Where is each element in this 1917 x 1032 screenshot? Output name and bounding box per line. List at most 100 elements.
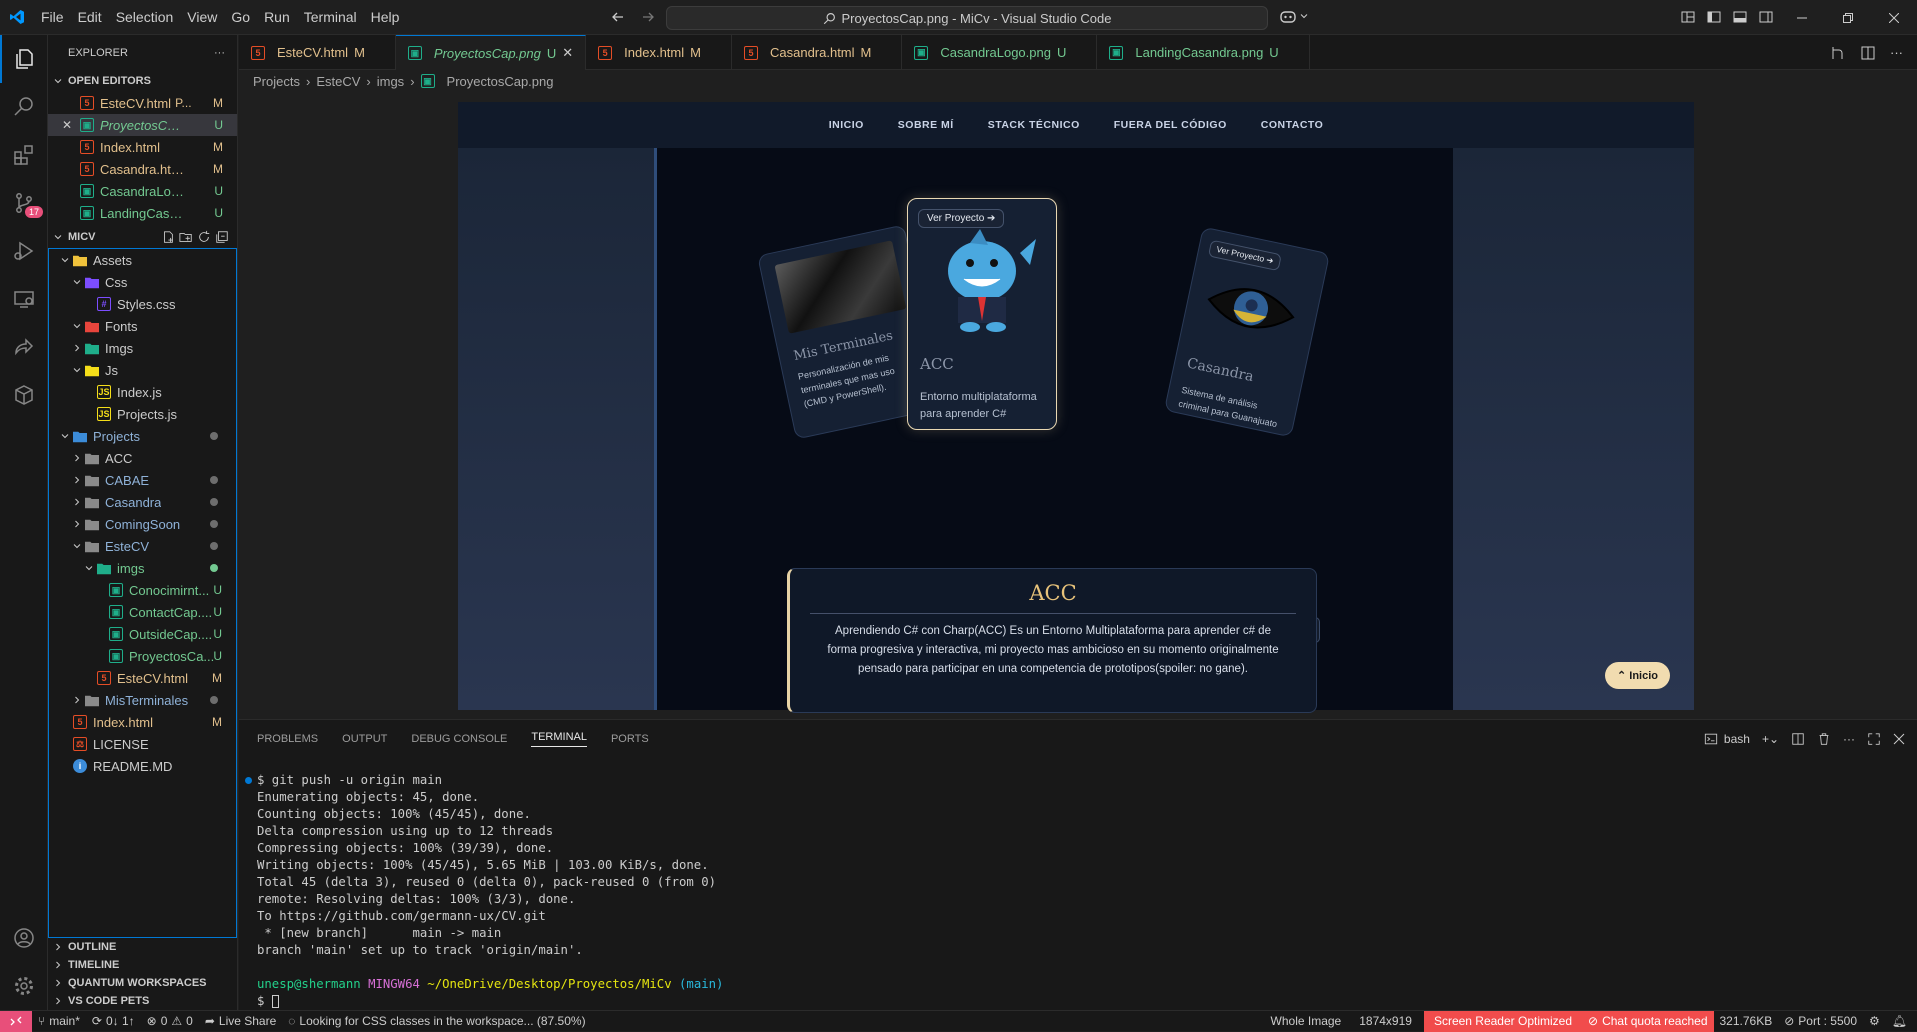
more-actions-icon[interactable]: ··· xyxy=(214,47,225,59)
open-editors-header[interactable]: OPEN EDITORS xyxy=(48,70,237,92)
folder-item[interactable]: Casandra xyxy=(49,491,236,513)
trash-icon[interactable] xyxy=(1817,732,1831,746)
site-nav-item[interactable]: SOBRE MÍ xyxy=(898,119,954,131)
editor-tab[interactable]: ▣ ProyectosCap.png U ✕ xyxy=(395,35,587,70)
menu-run[interactable]: Run xyxy=(257,0,297,35)
section-timeline[interactable]: TIMELINE xyxy=(48,956,238,974)
folder-item[interactable]: imgs xyxy=(49,557,236,579)
back-arrow-icon[interactable] xyxy=(610,9,626,25)
new-terminal-icon[interactable]: +⌄ xyxy=(1762,732,1779,746)
more-actions-icon[interactable]: ··· xyxy=(1890,45,1903,61)
breadcrumb-item[interactable]: imgs xyxy=(377,74,404,89)
file-item[interactable]: JS Projects.js xyxy=(49,403,236,425)
folder-item[interactable]: Js xyxy=(49,359,236,381)
workspace-header[interactable]: MICV xyxy=(48,226,237,248)
panel-tab-output[interactable]: OUTPUT xyxy=(342,733,387,745)
shell-name[interactable]: bash xyxy=(1724,732,1750,746)
file-item[interactable]: # Styles.css xyxy=(49,293,236,315)
folder-item[interactable]: CABAE xyxy=(49,469,236,491)
remote-explorer-icon[interactable] xyxy=(0,275,47,323)
extensions-icon[interactable] xyxy=(0,131,47,179)
site-nav-item[interactable]: FUERA DEL CÓDIGO xyxy=(1114,119,1227,131)
panel-tab-debug-console[interactable]: DEBUG CONSOLE xyxy=(411,733,507,745)
menu-help[interactable]: Help xyxy=(364,0,407,35)
customize-layout-icon[interactable] xyxy=(1680,9,1696,25)
explorer-icon[interactable] xyxy=(0,35,47,83)
editor-tab[interactable]: 5 EsteCV.html M xyxy=(239,35,396,70)
editor-tab[interactable]: 5 Index.html M xyxy=(586,35,732,70)
open-editor-item[interactable]: ▣ CasandraLogo.... U xyxy=(48,180,237,202)
file-item[interactable]: JS Index.js xyxy=(49,381,236,403)
open-editor-item[interactable]: 5 Casandra.html... M xyxy=(48,158,237,180)
editor-tab[interactable]: ▣ CasandraLogo.png U xyxy=(902,35,1098,70)
site-nav-item[interactable]: CONTACTO xyxy=(1261,119,1324,131)
folder-item[interactable]: ACC xyxy=(49,447,236,469)
open-editor-item[interactable]: 5 Index.html M xyxy=(48,136,237,158)
settings-gear-icon[interactable] xyxy=(0,962,48,1010)
close-icon[interactable]: ✕ xyxy=(62,118,80,132)
file-item[interactable]: ▣ ContactCap.... U xyxy=(49,601,236,623)
open-editor-item[interactable]: ✕▣ ProyectosCap.p... U xyxy=(48,114,237,136)
screen-reader-status[interactable]: Screen Reader Optimized xyxy=(1423,1010,1583,1032)
file-item[interactable]: ▣ Conocimirnt... U xyxy=(49,579,236,601)
panel-tab-terminal[interactable]: TERMINAL xyxy=(531,731,587,747)
remote-indicator-icon[interactable] xyxy=(0,1010,32,1032)
open-editor-item[interactable]: ▣ LandingCasan... U xyxy=(48,202,237,224)
menu-view[interactable]: View xyxy=(180,0,224,35)
minimize-icon[interactable] xyxy=(1779,0,1825,35)
split-terminal-icon[interactable] xyxy=(1791,732,1805,746)
terminal-input-line[interactable]: $ xyxy=(257,993,723,1010)
panel-tab-ports[interactable]: PORTS xyxy=(611,733,649,745)
file-item[interactable]: i README.MD xyxy=(49,755,236,777)
command-center[interactable]: ProyectosCap.png - MiCv - Visual Studio … xyxy=(666,6,1268,30)
menu-selection[interactable]: Selection xyxy=(109,0,181,35)
live-server-status[interactable]: ⊘ Port : 5500 xyxy=(1778,1011,1863,1032)
terminal-output[interactable]: $ git push -u origin main Enumerating obj… xyxy=(245,772,723,1010)
breadcrumb-item[interactable]: Projects xyxy=(253,74,300,89)
folder-item[interactable]: Imgs xyxy=(49,337,236,359)
open-changes-icon[interactable] xyxy=(1830,45,1846,61)
toggle-secondary-sidebar-icon[interactable] xyxy=(1758,9,1774,25)
inicio-button[interactable]: ⌃ Inicio xyxy=(1605,662,1671,689)
more-actions-icon[interactable]: ··· xyxy=(1843,732,1855,746)
problems-status[interactable]: ⊗ 0 ⚠ 0 xyxy=(141,1011,199,1032)
file-item[interactable]: ▣ OutsideCap.... U xyxy=(49,623,236,645)
chat-quota-status[interactable]: ⊘ Chat quota reached xyxy=(1582,1010,1714,1032)
breadcrumb-item[interactable]: ProyectosCap.png xyxy=(447,74,554,89)
close-panel-icon[interactable] xyxy=(1893,733,1905,745)
close-icon[interactable]: ✕ xyxy=(562,45,573,61)
sync-status[interactable]: ⟳ 0↓ 1↑ xyxy=(86,1011,141,1032)
split-editor-icon[interactable] xyxy=(1860,45,1876,61)
account-icon[interactable] xyxy=(0,914,48,962)
run-debug-icon[interactable] xyxy=(0,227,47,275)
site-nav-item[interactable]: INICIO xyxy=(829,119,864,131)
new-folder-icon[interactable] xyxy=(179,230,193,244)
search-view-icon[interactable] xyxy=(0,83,47,131)
breadcrumb-item[interactable]: EsteCV xyxy=(316,74,360,89)
folder-item[interactable]: Fonts xyxy=(49,315,236,337)
collapse-all-icon[interactable] xyxy=(215,230,229,244)
panel-tab-problems[interactable]: PROBLEMS xyxy=(257,733,318,745)
forward-arrow-icon[interactable] xyxy=(640,9,656,25)
section-quantum-workspaces[interactable]: QUANTUM WORKSPACES xyxy=(48,974,238,992)
ver-proyecto-button[interactable]: Ver Proyecto ➔ xyxy=(1207,239,1283,272)
folder-item[interactable]: Assets xyxy=(49,249,236,271)
menu-terminal[interactable]: Terminal xyxy=(297,0,364,35)
restore-icon[interactable] xyxy=(1825,0,1871,35)
branch-status[interactable]: ⑂ main* xyxy=(32,1011,86,1032)
editor-tab[interactable]: 5 Casandra.html M xyxy=(732,35,903,70)
image-mode-status[interactable]: Whole Image xyxy=(1265,1011,1348,1032)
refresh-icon[interactable] xyxy=(197,230,211,244)
menu-edit[interactable]: Edit xyxy=(71,0,109,35)
folder-item[interactable]: MisTerminales xyxy=(49,689,236,711)
folder-item[interactable]: EsteCV xyxy=(49,535,236,557)
accounts-status-icon[interactable]: ⚙ xyxy=(1863,1011,1886,1032)
notifications-bell-icon[interactable]: 🔔︎ xyxy=(1886,1011,1917,1032)
copilot-button[interactable] xyxy=(1279,8,1309,24)
menu-go[interactable]: Go xyxy=(224,0,257,35)
file-item[interactable]: 5 Index.html M xyxy=(49,711,236,733)
maximize-panel-icon[interactable] xyxy=(1867,732,1881,746)
toggle-sidebar-icon[interactable] xyxy=(1706,9,1722,25)
live-share-icon[interactable] xyxy=(0,323,47,371)
containers-icon[interactable] xyxy=(0,371,47,419)
